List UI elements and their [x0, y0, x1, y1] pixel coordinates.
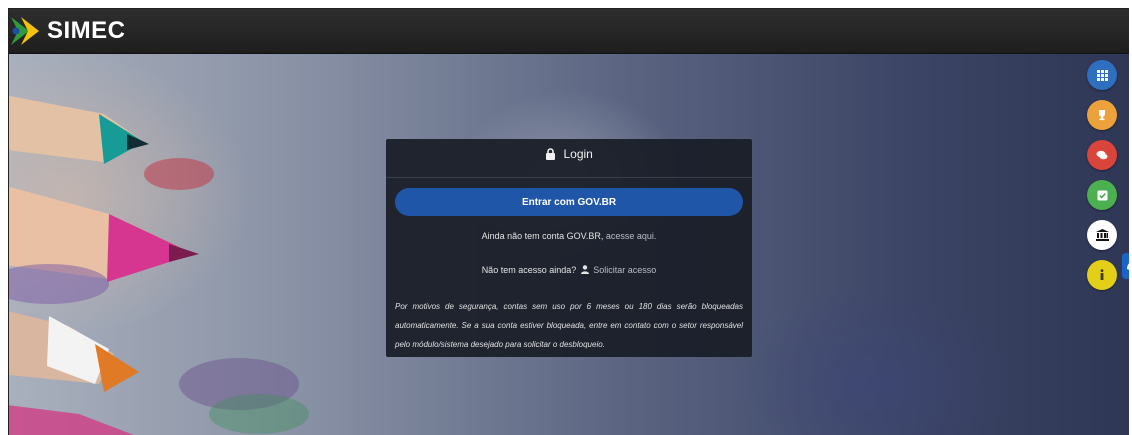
institution-button[interactable]	[1087, 220, 1117, 250]
simec-logo[interactable]: SIMEC	[9, 13, 126, 49]
govbr-signup-link[interactable]: acesse aqui.	[606, 231, 657, 241]
checkbox-icon	[1097, 190, 1107, 200]
checklist-button[interactable]	[1087, 180, 1117, 210]
no-account-line: Ainda não tem conta GOV.BR, acesse aqui.	[386, 231, 752, 241]
govbr-login-button[interactable]: Entrar com GOV.BR	[395, 188, 743, 216]
trophy-button[interactable]	[1087, 100, 1117, 130]
apps-grid-icon	[1096, 69, 1108, 81]
logo-text: SIMEC	[47, 17, 126, 44]
chat-button[interactable]	[1087, 140, 1117, 170]
accessibility-tab[interactable]	[1122, 253, 1129, 279]
top-navbar: SIMEC	[9, 9, 1129, 54]
logo-arrow-icon	[11, 17, 39, 45]
login-title: Login	[563, 147, 593, 161]
card-divider	[386, 177, 752, 178]
lock-icon	[546, 148, 556, 160]
security-notice: Por motivos de segurança, contas sem uso…	[395, 302, 743, 349]
info-button[interactable]	[1087, 260, 1117, 290]
colored-pencils-image	[9, 95, 309, 435]
apps-button[interactable]	[1087, 60, 1117, 90]
no-account-text: Ainda não tem conta GOV.BR,	[481, 231, 604, 241]
info-icon	[1100, 269, 1104, 280]
no-access-text: Não tem acesso ainda?	[481, 265, 577, 275]
request-access-link[interactable]: Solicitar acesso	[593, 265, 656, 275]
chat-icon	[1096, 150, 1108, 159]
hands-sign-language-icon	[1126, 262, 1129, 270]
app-window: SIMEC Login Entrar com GOV.BR Ainda não …	[8, 8, 1129, 435]
no-access-line: Não tem acesso ainda? Solicitar acesso	[386, 265, 752, 275]
user-icon	[580, 265, 589, 274]
login-header: Login	[386, 147, 752, 161]
bank-icon	[1095, 229, 1109, 241]
trophy-icon	[1099, 110, 1105, 121]
login-card: Login Entrar com GOV.BR Ainda não tem co…	[386, 139, 752, 357]
